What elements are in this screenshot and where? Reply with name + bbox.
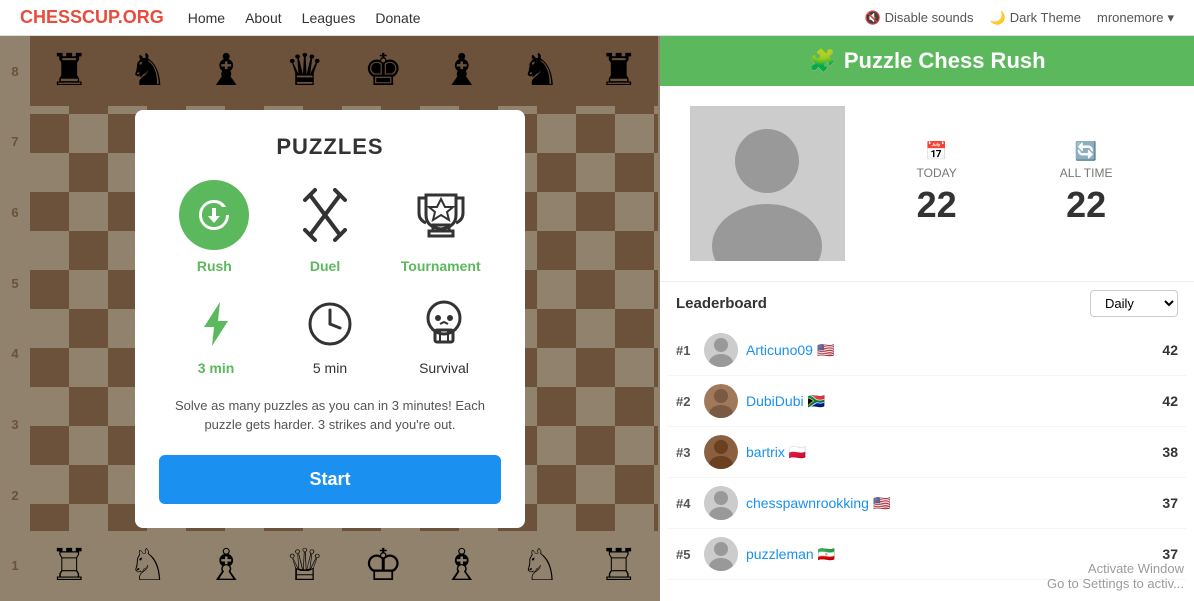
modal-description: Solve as many puzzles as you can in 3 mi…: [159, 396, 501, 435]
chess-board-area: 8 7 6 5 4 3 2 1 ♜ ♞ ♝ ♛ ♚ ♝ ♞ ♜ ♖ ♘ ♗ ♕ …: [0, 36, 660, 601]
nav-leagues[interactable]: Leagues: [302, 10, 356, 26]
rank-5-label: #5: [676, 547, 704, 562]
rush-label: Rush: [197, 258, 232, 274]
leaderboard-list: #1 Articuno09 🇺🇸 42 #2 DubiDubi 🇿🇦: [660, 325, 1194, 580]
lb-name-5[interactable]: puzzleman 🇮🇷: [746, 546, 1162, 563]
start-button[interactable]: Start: [159, 455, 501, 504]
rank-1-label: #1: [676, 343, 704, 358]
header: CHESSCUP.ORG Home About Leagues Donate 🔇…: [0, 0, 1194, 36]
flag-2: 🇿🇦: [808, 393, 825, 410]
logo[interactable]: CHESSCUP.ORG: [20, 7, 164, 28]
3min-label: 3 min: [198, 360, 235, 376]
skull-icon: [414, 294, 474, 354]
nav-home[interactable]: Home: [188, 10, 225, 26]
today-label: TODAY: [917, 166, 957, 180]
mode-tournament[interactable]: Tournament: [401, 180, 481, 274]
tournament-icon: [406, 180, 476, 250]
puzzles-modal: PUZZLES Rush: [135, 110, 525, 528]
stats-numbers: 📅 TODAY 22 🔄 ALL TIME 22: [865, 106, 1164, 261]
rank-4-label: #4: [676, 496, 704, 511]
puzzle-type-modes: Rush: [159, 180, 501, 274]
rank-2-label: #2: [676, 394, 704, 409]
lb-avatar-5: [704, 537, 738, 571]
refresh-icon: 🔄: [1075, 141, 1097, 162]
main-nav: Home About Leagues Donate: [188, 10, 421, 26]
nav-donate[interactable]: Donate: [375, 10, 420, 26]
table-row: #5 puzzleman 🇮🇷 37: [668, 529, 1186, 580]
time-modes: 3 min 5 min: [159, 294, 501, 376]
time-survival[interactable]: Survival: [414, 294, 474, 376]
duel-icon: [290, 180, 360, 250]
moon-icon: 🌙: [990, 10, 1006, 26]
user-menu[interactable]: mronemore ▾: [1097, 10, 1174, 26]
chevron-down-icon: ▾: [1167, 10, 1174, 26]
leaderboard-title: Leaderboard: [676, 295, 767, 312]
puzzle-rush-header: 🧩 Puzzle Chess Rush: [660, 36, 1194, 86]
lb-score-5: 37: [1162, 546, 1178, 562]
table-row: #1 Articuno09 🇺🇸 42: [668, 325, 1186, 376]
rank-3-label: #3: [676, 445, 704, 460]
nav-about[interactable]: About: [245, 10, 282, 26]
lb-name-2[interactable]: DubiDubi 🇿🇦: [746, 393, 1162, 410]
user-avatar: [690, 106, 845, 261]
lb-score-2: 42: [1162, 393, 1178, 409]
stat-row: 📅 TODAY 22 🔄 ALL TIME 22: [865, 141, 1164, 226]
table-row: #2 DubiDubi 🇿🇦 42: [668, 376, 1186, 427]
tournament-label: Tournament: [401, 258, 481, 274]
today-value: 22: [917, 184, 957, 226]
survival-label: Survival: [419, 360, 469, 376]
lb-name-1[interactable]: Articuno09 🇺🇸: [746, 342, 1162, 359]
table-row: #4 chesspawnrookking 🇺🇸 37: [668, 478, 1186, 529]
duel-label: Duel: [310, 258, 340, 274]
lb-avatar-4: [704, 486, 738, 520]
sound-icon: 🔇: [864, 10, 880, 26]
lb-score-4: 37: [1162, 495, 1178, 511]
puzzle-header-icon: 🧩: [808, 48, 835, 74]
modal-overlay: PUZZLES Rush: [0, 36, 660, 601]
mode-duel[interactable]: Duel: [290, 180, 360, 274]
alltime-value: 22: [1066, 184, 1106, 226]
alltime-stat: 🔄 ALL TIME 22: [1060, 141, 1113, 226]
lb-avatar-3: [704, 435, 738, 469]
lightning-icon: [186, 294, 246, 354]
stats-section: 📅 TODAY 22 🔄 ALL TIME 22: [660, 86, 1194, 281]
lb-name-3[interactable]: bartrix 🇵🇱: [746, 444, 1162, 461]
flag-1: 🇺🇸: [817, 342, 834, 359]
right-panel: 🧩 Puzzle Chess Rush 📅 TODAY 22: [660, 36, 1194, 601]
today-stat: 📅 TODAY 22: [917, 141, 957, 226]
mode-rush[interactable]: Rush: [179, 180, 249, 274]
clock-icon: [300, 294, 360, 354]
alltime-label: ALL TIME: [1060, 166, 1113, 180]
rush-icon: [179, 180, 249, 250]
lb-name-4[interactable]: chesspawnrookking 🇺🇸: [746, 495, 1162, 512]
flag-3: 🇵🇱: [789, 444, 806, 461]
lb-avatar-2: [704, 384, 738, 418]
lb-avatar-1: [704, 333, 738, 367]
time-5min[interactable]: 5 min: [300, 294, 360, 376]
calendar-icon: 📅: [925, 141, 947, 162]
main-content: 8 7 6 5 4 3 2 1 ♜ ♞ ♝ ♛ ♚ ♝ ♞ ♜ ♖ ♘ ♗ ♕ …: [0, 36, 1194, 601]
table-row: #3 bartrix 🇵🇱 38: [668, 427, 1186, 478]
disable-sounds-button[interactable]: 🔇 Disable sounds: [864, 10, 973, 26]
5min-label: 5 min: [313, 360, 347, 376]
puzzle-rush-title: Puzzle Chess Rush: [844, 48, 1046, 74]
header-right: 🔇 Disable sounds 🌙 Dark Theme mronemore …: [864, 10, 1174, 26]
time-3min[interactable]: 3 min: [186, 294, 246, 376]
leaderboard-filter-select[interactable]: Daily Weekly Monthly: [1090, 290, 1178, 317]
lb-score-1: 42: [1162, 342, 1178, 358]
flag-5: 🇮🇷: [818, 546, 835, 563]
modal-title: PUZZLES: [159, 134, 501, 160]
leaderboard-header: Leaderboard Daily Weekly Monthly: [660, 281, 1194, 325]
flag-4: 🇺🇸: [873, 495, 890, 512]
lb-score-3: 38: [1162, 444, 1178, 460]
dark-theme-button[interactable]: 🌙 Dark Theme: [990, 10, 1081, 26]
